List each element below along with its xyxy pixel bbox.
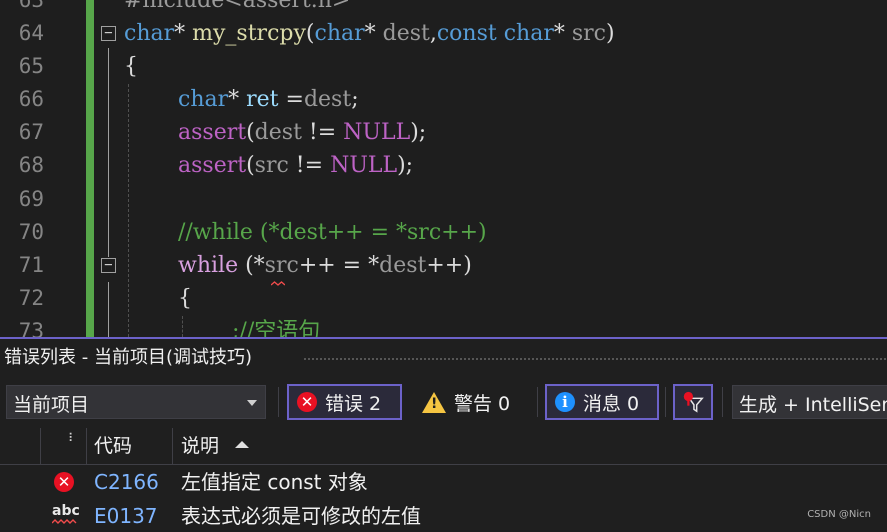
errors-filter-button[interactable]: ✕ 错误 2 — [287, 384, 402, 420]
messages-filter-button[interactable]: i 消息 0 — [545, 384, 659, 420]
error-list-header: ⠇ 代码 说明 — [0, 428, 887, 465]
error-list-toolbar: 当前项目 ✕ 错误 2 ! 警告 0 i 消息 0 生成 + IntelliSe… — [0, 383, 887, 423]
warnings-filter-button[interactable]: ! 警告 0 — [414, 384, 534, 420]
scope-value: 当前项目 — [13, 394, 90, 416]
code-line: 64 − char* my_strcpy(char* dest,const ch… — [0, 17, 887, 50]
code-text: assert(src != NULL); — [178, 153, 414, 178]
error-description: 表达式必须是可修改的左值 — [181, 504, 421, 528]
code-line: 73 ;//空语句 — [0, 315, 887, 337]
info-icon: i — [555, 392, 575, 412]
squiggle-icon — [52, 519, 77, 524]
code-line: 66 char* ret =dest; — [0, 83, 887, 116]
code-text: char* ret =dest; — [178, 87, 359, 112]
line-number: 65 — [18, 54, 44, 78]
error-row[interactable]: abc E0137 表达式必须是可修改的左值 — [0, 500, 887, 532]
error-code: E0137 — [94, 504, 158, 528]
error-description: 左值指定 const 对象 — [181, 470, 368, 494]
code-line: 69 — [0, 183, 887, 216]
toolbar-separator — [537, 387, 538, 417]
line-number: 64 — [18, 21, 44, 45]
line-number: 71 — [18, 253, 44, 277]
code-line: 68 assert(src != NULL); — [0, 149, 887, 182]
line-number: 67 — [18, 120, 44, 144]
error-icon: ✕ — [297, 392, 317, 412]
errors-filter-label: 错误 2 — [325, 392, 382, 415]
sort-ascending-icon — [235, 441, 250, 448]
code-text: { — [124, 54, 138, 79]
error-row[interactable]: ✕ C2166 左值指定 const 对象 — [0, 466, 887, 498]
code-text: while (*src++ = *dest++) — [178, 253, 472, 278]
toolbar-separator — [278, 387, 279, 417]
error-squiggle-icon — [271, 281, 285, 286]
code-comment: //while (*dest++ = *src++) — [178, 220, 487, 245]
code-text: assert(dest != NULL); — [178, 120, 427, 145]
line-number: 63 — [18, 0, 44, 12]
column-separator[interactable] — [172, 428, 173, 464]
line-number: 70 — [18, 220, 44, 244]
line-number: 73 — [18, 319, 44, 337]
collapse-icon[interactable]: − — [101, 258, 116, 273]
code-line: 72 { — [0, 282, 887, 315]
column-header-description[interactable]: 说明 — [181, 428, 250, 464]
toolbar-separator — [665, 387, 666, 417]
panel-drag-handle[interactable] — [303, 357, 887, 361]
line-number: 72 — [18, 286, 44, 310]
column-header-code[interactable]: 代码 — [94, 428, 132, 464]
watermark: CSDN @Nicn — [807, 509, 871, 520]
code-text: char* my_strcpy(char* dest,const char* s… — [124, 21, 615, 46]
column-header-description-label: 说明 — [181, 435, 220, 457]
error-icon: ✕ — [54, 472, 74, 492]
line-number: 66 — [18, 87, 44, 111]
collapse-icon[interactable]: − — [101, 26, 116, 41]
intellisense-abc-icon: abc — [52, 503, 80, 519]
code-text: #include<assert.h> — [124, 0, 351, 13]
code-line: 71 − while (*src++ = *dest++) — [0, 249, 887, 282]
filter-icon — [683, 391, 704, 413]
warning-icon: ! — [422, 391, 446, 413]
code-editor[interactable]: 63 #include<assert.h> 64 − char* my_strc… — [0, 0, 887, 337]
chevron-down-icon — [247, 400, 257, 406]
error-code: C2166 — [94, 470, 159, 494]
code-line: 65 { — [0, 50, 887, 83]
code-line: 70 //while (*dest++ = *src++) — [0, 216, 887, 249]
code-comment: ;//空语句 — [232, 319, 321, 337]
line-number: 69 — [18, 187, 44, 211]
code-line: 63 #include<assert.h> — [0, 0, 887, 17]
column-separator[interactable] — [86, 428, 87, 464]
column-options-icon[interactable]: ⠇ — [68, 428, 77, 464]
code-line: 67 assert(dest != NULL); — [0, 116, 887, 149]
warnings-filter-label: 警告 0 — [454, 392, 511, 415]
build-source-dropdown[interactable]: 生成 + IntelliSense — [732, 385, 887, 419]
column-separator[interactable] — [40, 428, 41, 464]
filter-toggle-button[interactable] — [673, 384, 713, 420]
line-number: 68 — [18, 153, 44, 177]
error-list-panel: 错误列表 - 当前项目(调试技巧) 当前项目 ✕ 错误 2 ! 警告 0 i 消… — [0, 337, 887, 530]
code-text: { — [178, 286, 192, 311]
toolbar-separator — [722, 387, 723, 417]
panel-title: 错误列表 - 当前项目(调试技巧) — [4, 347, 252, 368]
messages-filter-label: 消息 0 — [583, 392, 640, 415]
scope-dropdown[interactable]: 当前项目 — [6, 385, 266, 419]
